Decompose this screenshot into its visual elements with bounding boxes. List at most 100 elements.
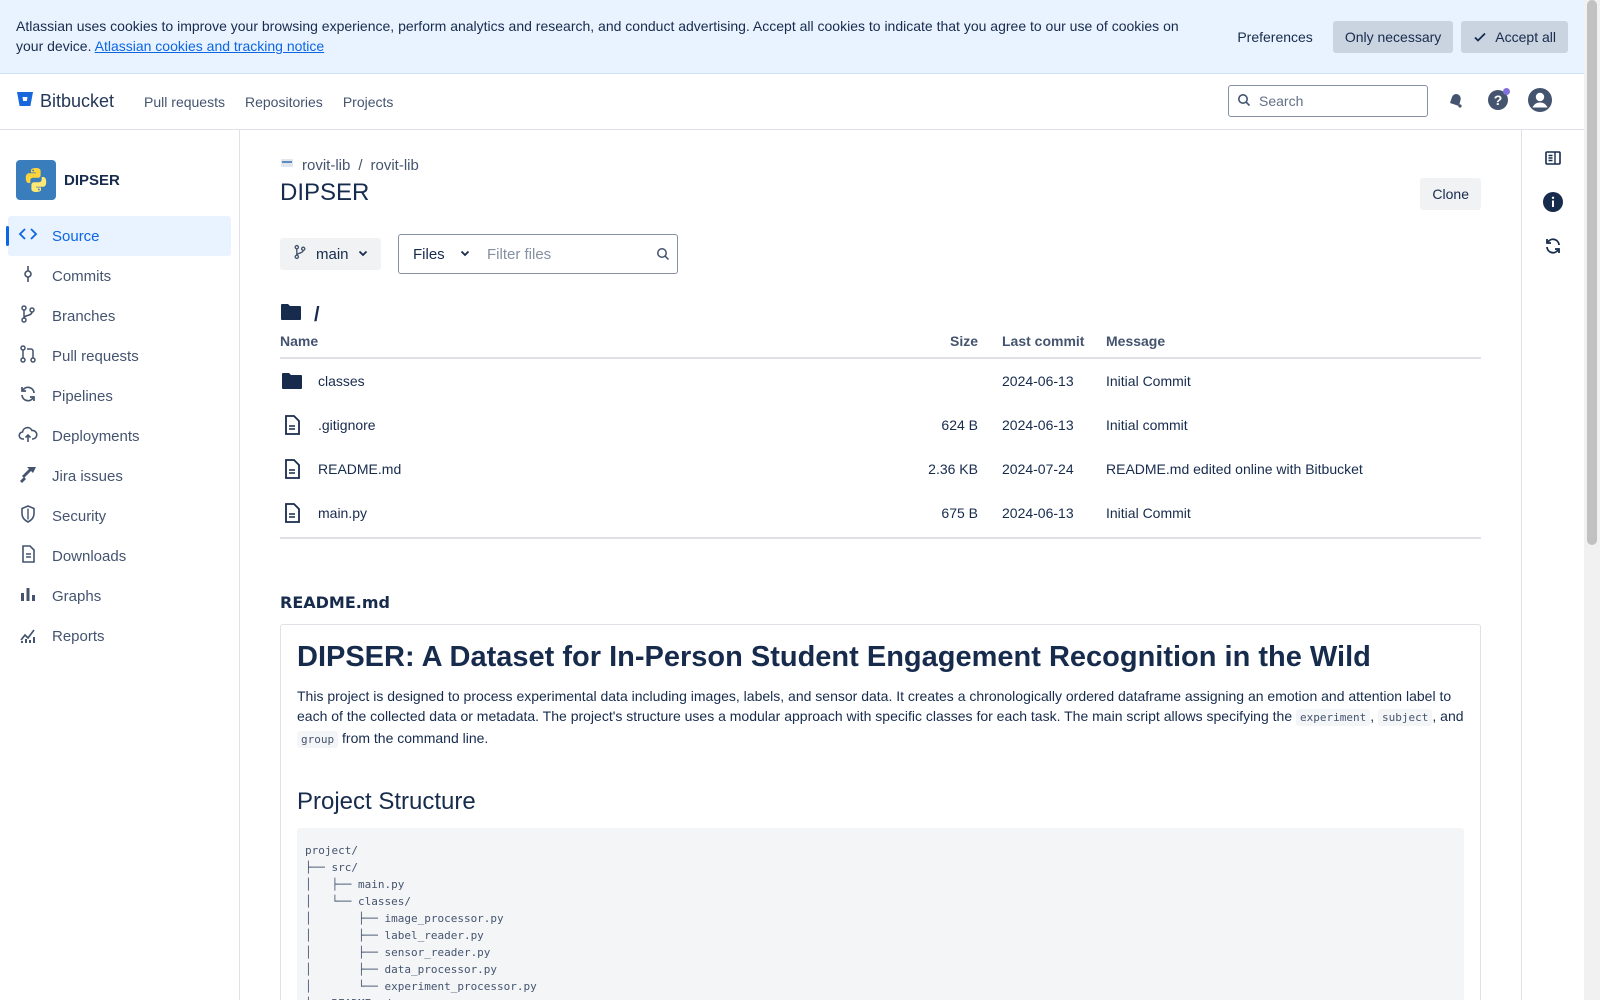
workspace-avatar-icon [280,156,294,174]
project-structure-code: project/ ├── src/ │ ├── main.py │ └── cl… [297,828,1464,1000]
shield-icon [18,504,38,528]
code-icon [18,224,38,248]
readme-label: README.md [280,593,390,612]
scrollbar-thumb[interactable] [1587,0,1597,545]
sidebar-item-source[interactable]: Source [6,216,231,256]
table-row[interactable]: classes 2024-06-13 Initial Commit [280,359,1481,403]
breadcrumb-separator: / [358,156,363,174]
only-necessary-button[interactable]: Only necessary [1332,21,1454,53]
jira-icon [18,464,38,488]
sidebar-item-deployments[interactable]: Deployments [8,416,231,456]
commit-icon [18,264,38,288]
sidebar-item-reports[interactable]: Reports [8,616,231,656]
nav-projects[interactable]: Projects [343,94,394,110]
pipelines-icon [18,384,38,408]
breadcrumb-project[interactable]: rovit-lib [371,157,419,174]
sidebar-item-jira-issues[interactable]: Jira issues [8,456,231,496]
search-icon [1237,93,1251,110]
cloud-upload-icon [18,424,38,448]
file-size: 624 B [941,417,978,433]
folder-icon [280,371,304,391]
chevron-down-icon [357,246,369,263]
page-title: DIPSER [280,179,370,206]
main-content: rovit-lib / rovit-lib DIPSER Clone main … [280,130,1481,1000]
file-table: Name Size Last commit Message classes 20… [280,329,1481,539]
file-date: 2024-06-13 [1002,373,1074,389]
search-icon[interactable] [649,247,677,261]
sidebar-item-pipelines[interactable]: Pipelines [8,376,231,416]
search-input[interactable]: Search [1228,85,1428,117]
readme-subheading: Project Structure [297,788,476,815]
preferences-button[interactable]: Preferences [1225,21,1324,53]
file-message[interactable]: Initial Commit [1106,505,1481,521]
file-name[interactable]: README.md [318,461,401,477]
check-icon [1473,30,1487,44]
bitbucket-logo-icon [16,90,34,113]
line-chart-icon [18,624,38,648]
filter-files-input[interactable]: Filter files [479,246,649,263]
avatar-icon [1527,87,1553,116]
readme-paragraph: This project is designed to process expe… [297,688,1464,748]
filter-mode-select[interactable]: Files [399,235,479,273]
file-size: 675 B [941,505,978,521]
file-filter: Files Filter files [398,234,678,274]
cookie-actions: Preferences Only necessary Accept all [1225,21,1568,53]
sidebar-item-pull-requests[interactable]: Pull requests [8,336,231,376]
profile-button[interactable] [1526,87,1554,115]
branch-selector[interactable]: main [280,238,381,270]
svg-text:?: ? [1494,92,1503,108]
file-name[interactable]: .gitignore [318,417,376,433]
help-button[interactable]: ? [1484,87,1512,115]
column-last-commit[interactable]: Last commit [978,333,1106,349]
file-date: 2024-07-24 [1002,461,1074,477]
code-experiment: experiment [1296,709,1371,726]
sidebar-toggle-icon[interactable] [1543,148,1563,171]
file-name[interactable]: classes [318,373,365,389]
nav-pull-requests[interactable]: Pull requests [144,94,225,110]
code-group: group [297,731,339,748]
cookie-message: Atlassian uses cookies to improve your b… [16,18,1179,54]
repo-name: DIPSER [64,171,120,189]
sidebar: DIPSER Source Commits Branches Pull requ… [0,130,240,1000]
document-icon [18,544,38,568]
column-size[interactable]: Size [700,333,978,349]
file-message[interactable]: README.md edited online with Bitbucket [1106,461,1481,477]
accept-all-button[interactable]: Accept all [1461,21,1568,53]
folder-icon [280,302,302,328]
repo-header[interactable]: DIPSER [0,160,239,216]
file-table-header: Name Size Last commit Message [280,329,1481,359]
file-icon [280,503,304,523]
table-row[interactable]: main.py 675 B 2024-06-13 Initial Commit [280,491,1481,535]
bitbucket-logo[interactable]: Bitbucket [16,90,114,113]
column-name[interactable]: Name [280,333,700,349]
file-icon [280,415,304,435]
file-icon [280,459,304,479]
sidebar-item-downloads[interactable]: Downloads [8,536,231,576]
bar-chart-icon [18,584,38,608]
notification-dot [1503,88,1510,95]
nav-repositories[interactable]: Repositories [245,94,323,110]
sidebar-item-graphs[interactable]: Graphs [8,576,231,616]
file-message[interactable]: Initial Commit [1106,373,1481,389]
sync-icon[interactable] [1543,236,1563,259]
notifications-button[interactable] [1442,87,1470,115]
page-scrollbar[interactable] [1584,0,1600,1000]
table-row[interactable]: .gitignore 624 B 2024-06-13 Initial comm… [280,403,1481,447]
cookie-notice-link[interactable]: Atlassian cookies and tracking notice [95,38,325,54]
sidebar-item-branches[interactable]: Branches [8,296,231,336]
bell-icon [1446,90,1466,113]
file-name[interactable]: main.py [318,505,367,521]
readme-panel: DIPSER: A Dataset for In-Person Student … [280,624,1481,1000]
sidebar-item-commits[interactable]: Commits [8,256,231,296]
file-date: 2024-06-13 [1002,505,1074,521]
breadcrumb-workspace[interactable]: rovit-lib [302,157,350,174]
chevron-down-icon [459,246,471,263]
file-date: 2024-06-13 [1002,417,1074,433]
table-row[interactable]: README.md 2.36 KB 2024-07-24 README.md e… [280,447,1481,491]
file-size: 2.36 KB [928,461,978,477]
file-message[interactable]: Initial commit [1106,417,1481,433]
breadcrumb: rovit-lib / rovit-lib [280,156,419,174]
clone-button[interactable]: Clone [1420,178,1481,210]
sidebar-item-security[interactable]: Security [8,496,231,536]
info-icon[interactable] [1542,191,1564,216]
